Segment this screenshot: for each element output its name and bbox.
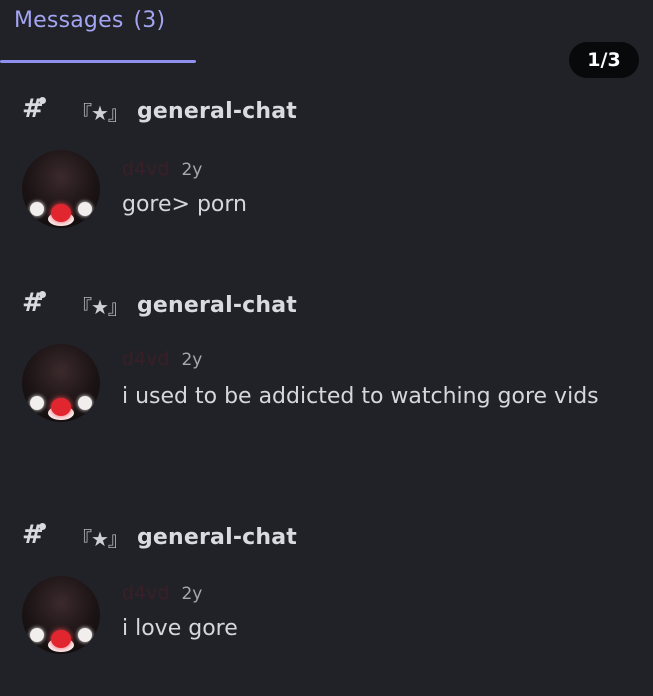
channel-name: general-chat [136,98,298,124]
timestamp: 2y [181,350,203,370]
message-meta: d4vd 2y [122,348,202,370]
message-content: i love gore [122,616,238,641]
channel-header[interactable]: # 『★』 general-chat [22,288,298,320]
channel-decoration: 『★』 [72,100,128,125]
message-meta: d4vd 2y [122,582,202,604]
channel-header[interactable]: # 『★』 general-chat [22,94,298,126]
author-name[interactable]: d4vd [122,158,169,180]
tab-count: (3) [133,8,166,33]
tab-label: Messages [14,8,124,33]
channel-name: general-chat [136,292,298,318]
message-content: gore> porn [122,192,247,217]
channel-decoration: 『★』 [72,294,128,319]
avatar[interactable] [22,576,100,654]
timestamp: 2y [181,584,203,604]
result-pager[interactable]: 1/3 [569,42,639,78]
tab-messages[interactable]: Messages (3) [14,8,165,33]
hash-thread-icon: # [22,288,52,320]
author-name[interactable]: d4vd [122,582,169,604]
tab-bar: Messages (3) [0,0,653,66]
search-result[interactable]: # 『★』 general-chat d4vd 2y i used to be … [0,288,653,460]
channel-name: general-chat [136,524,298,550]
search-result[interactable]: # 『★』 general-chat d4vd 2y i love gore [0,520,653,682]
message-meta: d4vd 2y [122,158,202,180]
avatar[interactable] [22,150,100,228]
timestamp: 2y [181,160,203,180]
message-content: i used to be addicted to watching gore v… [122,384,599,409]
active-tab-indicator [0,60,196,63]
channel-header[interactable]: # 『★』 general-chat [22,520,298,552]
author-name[interactable]: d4vd [122,348,169,370]
hash-thread-icon: # [22,94,52,126]
avatar[interactable] [22,344,100,422]
search-result[interactable]: # 『★』 general-chat d4vd 2y gore> porn [0,94,653,246]
channel-decoration: 『★』 [72,526,128,551]
hash-thread-icon: # [22,520,52,552]
